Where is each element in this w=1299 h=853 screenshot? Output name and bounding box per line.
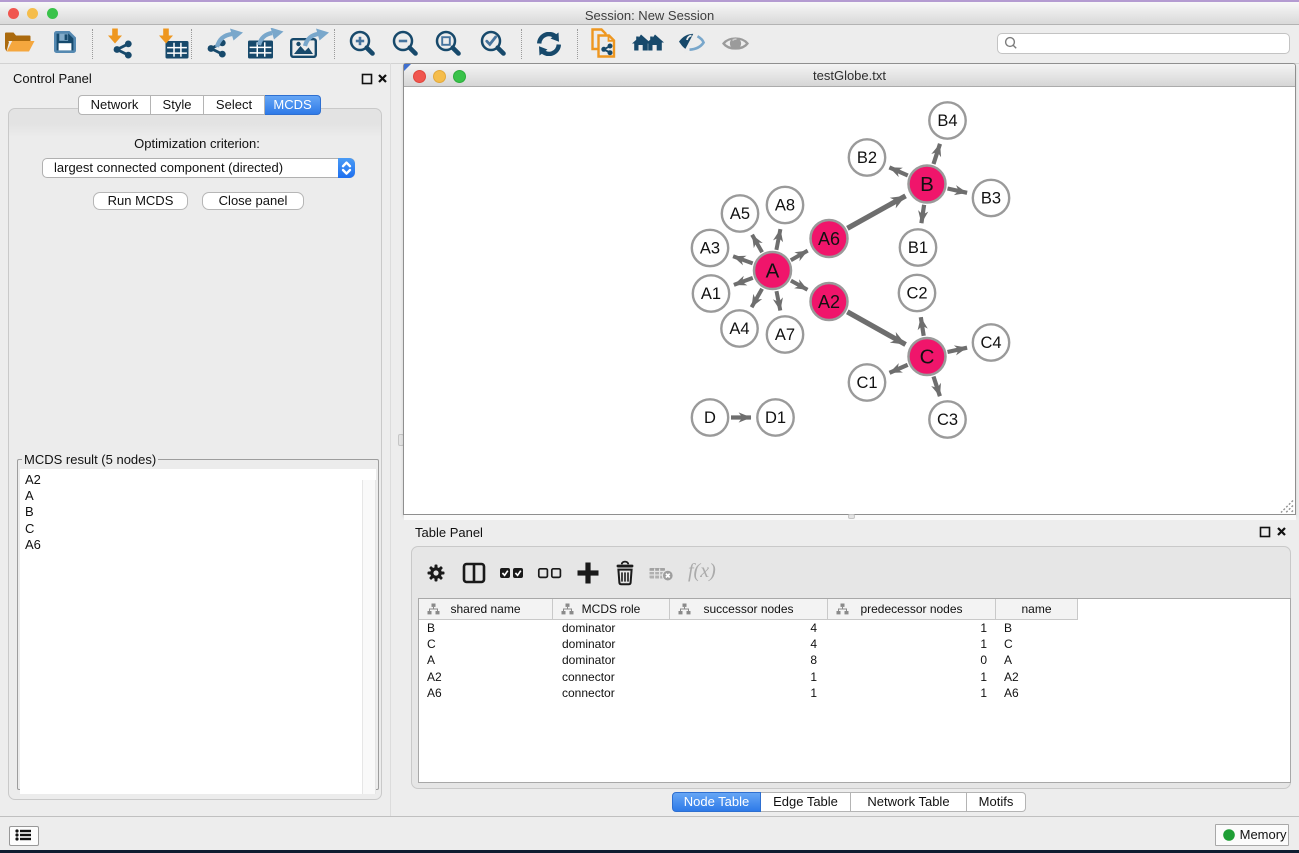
- svg-text:B4: B4: [937, 112, 957, 130]
- svg-text:B3: B3: [981, 190, 1001, 208]
- svg-text:C2: C2: [906, 285, 927, 303]
- svg-text:A: A: [766, 260, 780, 283]
- svg-text:C4: C4: [980, 334, 1001, 352]
- svg-text:D: D: [704, 409, 716, 427]
- svg-text:A4: A4: [729, 320, 749, 338]
- svg-text:A2: A2: [818, 292, 840, 312]
- svg-text:A5: A5: [730, 205, 750, 223]
- svg-text:A8: A8: [775, 197, 795, 215]
- svg-text:A7: A7: [775, 326, 795, 344]
- svg-text:D1: D1: [765, 409, 786, 427]
- svg-text:C3: C3: [937, 411, 958, 429]
- svg-text:A1: A1: [701, 285, 721, 303]
- svg-text:C1: C1: [856, 374, 877, 392]
- svg-text:A3: A3: [700, 240, 720, 258]
- svg-text:C: C: [920, 346, 935, 369]
- svg-text:B: B: [920, 173, 934, 196]
- svg-text:B1: B1: [908, 239, 928, 257]
- svg-text:A6: A6: [818, 229, 840, 249]
- svg-text:B2: B2: [857, 149, 877, 167]
